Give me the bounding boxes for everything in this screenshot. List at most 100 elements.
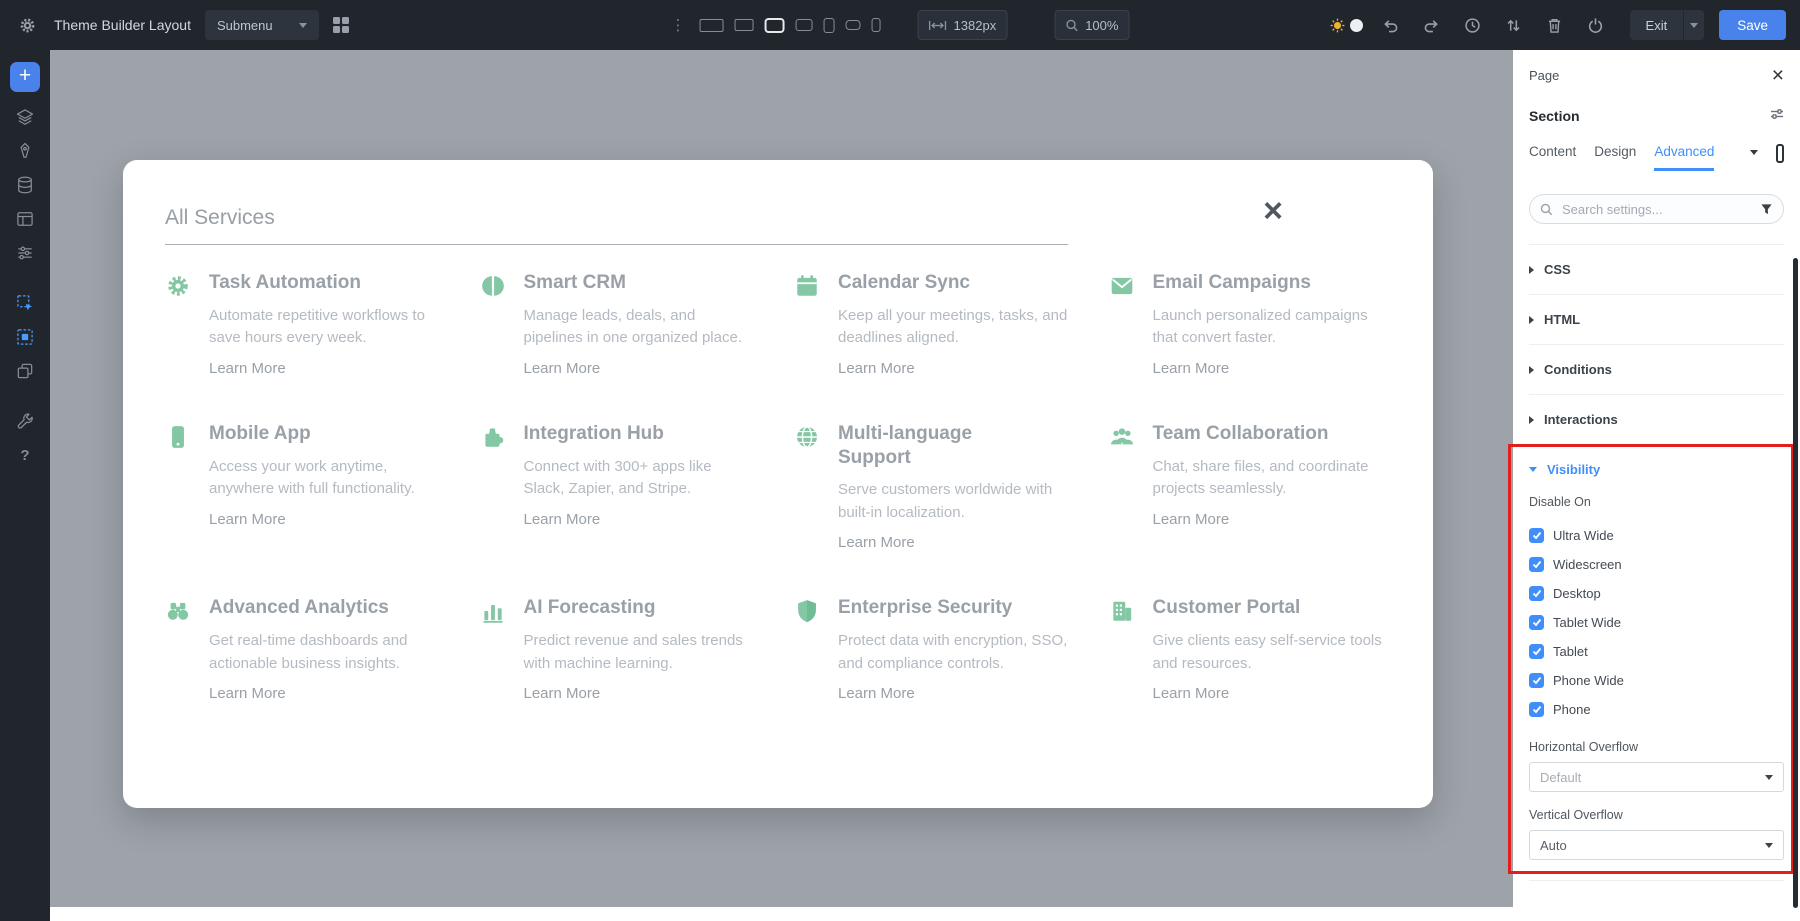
panel-header: Page × [1529,66,1784,84]
chevron-down-icon [1529,467,1537,472]
panel-close-button[interactable]: × [1772,65,1784,86]
visibility-option-phone[interactable]: Phone [1529,695,1784,724]
service-title: Email Campaigns [1153,271,1365,295]
canvas-overlay: All Services × Task Automation Automate … [50,50,1513,921]
learn-more-link[interactable]: Learn More [838,360,915,377]
visibility-option-tablet[interactable]: Tablet [1529,637,1784,666]
layers-structure-icon[interactable] [8,100,42,134]
breakpoint-phone-button[interactable] [872,18,881,32]
service-description: Keep all your meetings, tasks, and deadl… [838,305,1070,350]
breakpoint-ultra-wide-button[interactable] [700,19,724,32]
exit-dropdown-caret[interactable] [1683,10,1704,40]
exit-button[interactable]: Exit [1630,10,1705,40]
redo-icon[interactable] [1419,12,1445,38]
accordion-visibility-expanded[interactable]: Visibility [1529,445,1784,493]
save-button[interactable]: Save [1719,10,1786,40]
checkbox-checked-icon[interactable] [1529,615,1544,630]
service-description: Predict revenue and sales trends with ma… [524,630,756,675]
checkbox-checked-icon[interactable] [1529,586,1544,601]
breakpoint-tablet-wide-button[interactable] [796,19,813,31]
visibility-option-widescreen[interactable]: Widescreen [1529,550,1784,579]
page-background-strip [50,907,1513,921]
breakpoint-desktop-button-active[interactable] [765,18,785,33]
envelope-icon [1109,273,1139,304]
puzzle-icon [480,424,510,455]
sort-arrows-icon[interactable] [1501,12,1527,38]
checkbox-checked-icon[interactable] [1529,673,1544,688]
learn-more-link[interactable]: Learn More [524,511,601,528]
database-icon[interactable] [8,168,42,202]
topbar-left-group: Theme Builder Layout Submenu [14,10,349,40]
tab-advanced-active[interactable]: Advanced [1654,144,1714,171]
checkbox-checked-icon[interactable] [1529,644,1544,659]
power-icon[interactable] [1583,12,1609,38]
visibility-option-ultra-wide[interactable]: Ultra Wide [1529,521,1784,550]
horizontal-overflow-label: Horizontal Overflow [1529,740,1784,754]
visibility-option-phone-wide[interactable]: Phone Wide [1529,666,1784,695]
service-body: Enterprise Security Protect data with en… [838,596,1070,703]
learn-more-link[interactable]: Learn More [838,685,915,702]
learn-more-link[interactable]: Learn More [1153,360,1230,377]
service-description: Protect data with encryption, SSO, and c… [838,630,1070,675]
settings-sliders-icon[interactable] [8,236,42,270]
learn-more-link[interactable]: Learn More [1153,511,1230,528]
breakpoint-widescreen-button[interactable] [735,19,754,31]
trash-icon[interactable] [1542,12,1568,38]
breakpoint-phone-wide-button[interactable] [846,20,861,30]
visibility-option-desktop[interactable]: Desktop [1529,579,1784,608]
template-layout-icon[interactable] [8,202,42,236]
wireframe-toggle-button[interactable] [1776,144,1784,163]
vertical-overflow-select[interactable]: Auto [1529,830,1784,860]
breakpoint-tablet-button[interactable] [824,18,835,33]
service-title: Calendar Sync [838,271,1050,295]
visibility-option-tablet-wide[interactable]: Tablet Wide [1529,608,1784,637]
wrench-icon[interactable] [8,404,42,438]
settings-gear-icon[interactable] [14,12,40,38]
add-element-button[interactable]: + [10,62,40,92]
learn-more-link[interactable]: Learn More [209,360,286,377]
learn-more-link[interactable]: Learn More [524,360,601,377]
section-settings-icon[interactable] [1770,107,1784,125]
element-select-icon-active[interactable] [8,286,42,320]
canvas-width-input[interactable]: 1382px [918,10,1008,40]
panel-scrollbar-thumb[interactable] [1793,258,1798,908]
learn-more-link[interactable]: Learn More [209,685,286,702]
checkbox-checked-icon[interactable] [1529,557,1544,572]
accordion-css[interactable]: CSS [1529,245,1784,295]
exit-label[interactable]: Exit [1630,10,1684,40]
search-settings-input[interactable] [1560,201,1753,218]
learn-more-link[interactable]: Learn More [524,685,601,702]
learn-more-link[interactable]: Learn More [1153,685,1230,702]
shield-icon [794,598,824,629]
overflow-dots-icon[interactable]: ⋮ [671,16,687,34]
section-title-row: Section [1529,106,1784,126]
accordion-html[interactable]: HTML [1529,295,1784,345]
pen-nib-icon[interactable] [8,134,42,168]
popup-close-button[interactable]: × [1263,194,1283,228]
history-clock-icon[interactable] [1460,12,1486,38]
accordion-conditions[interactable]: Conditions [1529,345,1784,395]
templates-grid-icon[interactable] [333,17,349,33]
checkbox-checked-icon[interactable] [1529,702,1544,717]
service-description: Get real-time dashboards and actionable … [209,630,441,675]
service-title: AI Forecasting [524,596,736,620]
submenu-dropdown[interactable]: Submenu [205,10,319,40]
accordion-interactions[interactable]: Interactions [1529,395,1784,445]
tab-design[interactable]: Design [1594,144,1636,168]
horizontal-overflow-select[interactable]: Default [1529,762,1784,792]
help-icon[interactable]: ? [8,438,42,472]
checkbox-checked-icon[interactable] [1529,528,1544,543]
search-settings-box[interactable] [1529,194,1784,224]
parent-select-icon-active[interactable] [8,320,42,354]
service-title: Enterprise Security [838,596,1050,620]
users-icon [1109,424,1139,455]
tab-content[interactable]: Content [1529,144,1576,168]
tabs-dropdown-caret[interactable] [1750,150,1758,155]
learn-more-link[interactable]: Learn More [209,511,286,528]
chevron-down-icon [299,23,307,28]
duplicate-icon[interactable] [8,354,42,388]
theme-mode-toggle[interactable] [1330,18,1363,33]
undo-icon[interactable] [1378,12,1404,38]
zoom-control[interactable]: 100% [1054,10,1129,40]
learn-more-link[interactable]: Learn More [838,534,915,551]
